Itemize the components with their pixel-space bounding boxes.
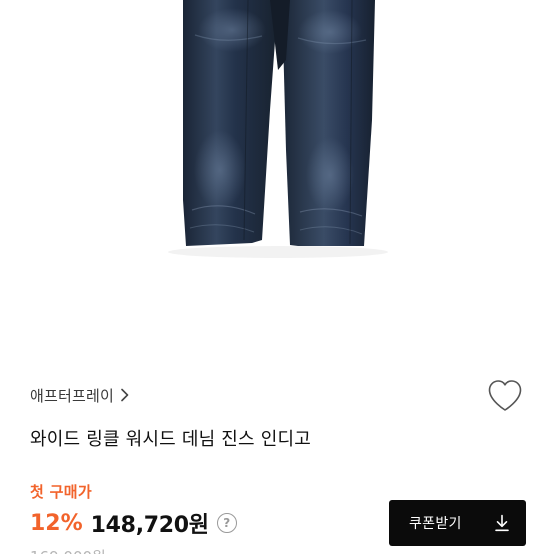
product-title: 와이드 링클 워시드 데님 진스 인디고	[30, 429, 312, 450]
price-row: 12% 148,720원 ?	[30, 508, 237, 538]
download-icon	[495, 514, 509, 532]
discount-rate: 12%	[30, 510, 83, 536]
heart-outline-icon[interactable]	[486, 378, 524, 414]
first-purchase-label: 첫 구매가	[30, 483, 92, 501]
question-circle-icon[interactable]: ?	[216, 513, 237, 533]
jeans-photo	[168, 0, 388, 258]
coupon-download-button[interactable]: 쿠폰받기	[389, 500, 526, 546]
brand-link[interactable]: 애프터프레이	[30, 384, 130, 406]
product-image[interactable]	[0, 0, 554, 355]
sale-price: 148,720원	[90, 513, 209, 538]
brand-name: 애프터프레이	[30, 386, 115, 405]
chevron-right-icon	[121, 388, 129, 402]
coupon-button-label: 쿠폰받기	[409, 516, 462, 532]
original-price: 169,000원	[30, 546, 106, 554]
